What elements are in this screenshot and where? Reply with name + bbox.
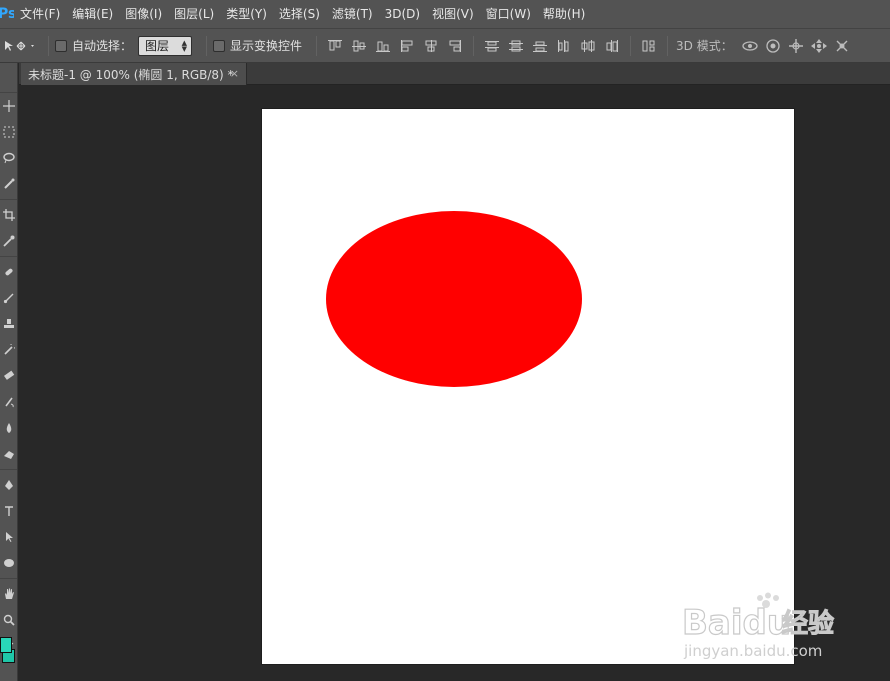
distribute-top-edges-icon[interactable] xyxy=(480,34,504,58)
tool-preset-picker[interactable] xyxy=(0,28,42,63)
align-bottom-edges-icon[interactable] xyxy=(371,34,395,58)
ellipse-tool-icon[interactable] xyxy=(0,550,17,576)
move-tool-icon[interactable] xyxy=(0,93,17,119)
distribute-vertical-centers-icon[interactable] xyxy=(504,34,528,58)
options-divider xyxy=(48,35,49,56)
menu-select[interactable]: 选择(S) xyxy=(273,0,326,28)
tools-panel-grip[interactable] xyxy=(0,63,17,93)
tools-divider xyxy=(0,199,17,200)
type-tool-icon[interactable] xyxy=(0,498,17,524)
menu-file[interactable]: 文件(F) xyxy=(14,0,66,28)
clone-stamp-tool-icon[interactable] xyxy=(0,311,17,337)
zoom-tool-icon[interactable] xyxy=(0,607,17,633)
align-top-edges-icon[interactable] xyxy=(323,34,347,58)
history-brush-tool-icon[interactable] xyxy=(0,337,17,363)
foreground-color-swatch[interactable] xyxy=(0,637,12,653)
tools-divider xyxy=(0,578,17,579)
tools-divider xyxy=(0,469,17,470)
options-bar: 自动选择： 图层 ▲ ▼ 显示变换控件 3D 模式： xyxy=(0,28,890,63)
menu-type[interactable]: 类型(Y) xyxy=(220,0,273,28)
menu-image[interactable]: 图像(I) xyxy=(119,0,168,28)
eyedropper-tool-icon[interactable] xyxy=(0,228,17,254)
auto-select-label: 自动选择： xyxy=(72,39,133,53)
lasso-tool-icon[interactable] xyxy=(0,145,17,171)
menu-bar: Ps 文件(F) 编辑(E) 图像(I) 图层(L) 类型(Y) 选择(S) 滤… xyxy=(0,0,890,28)
eraser-tool-icon[interactable] xyxy=(0,363,17,389)
options-divider xyxy=(630,35,632,56)
gradient-tool-icon[interactable] xyxy=(0,389,17,415)
options-divider xyxy=(316,35,318,56)
crop-tool-icon[interactable] xyxy=(0,202,17,228)
dropdown-caret-icon: ▲ ▼ xyxy=(181,38,188,53)
menu-filter[interactable]: 滤镜(T) xyxy=(326,0,379,28)
distribute-bottom-edges-icon[interactable] xyxy=(528,34,552,58)
quick-selection-tool-icon[interactable] xyxy=(0,171,17,197)
mode-3d-label: 3D 模式： xyxy=(676,39,733,53)
menu-help[interactable]: 帮助(H) xyxy=(537,0,591,28)
ellipse-layer[interactable] xyxy=(326,211,582,387)
auto-align-layers-icon[interactable] xyxy=(637,34,661,58)
align-left-edges-icon[interactable] xyxy=(395,34,419,58)
distribute-left-edges-icon[interactable] xyxy=(552,34,576,58)
photoshop-logo: Ps xyxy=(0,6,14,22)
auto-select-target-dropdown[interactable]: 图层 ▲ ▼ xyxy=(138,35,193,56)
distribute-horizontal-centers-icon[interactable] xyxy=(576,34,600,58)
auto-select-target-value: 图层 xyxy=(145,39,170,53)
menu-layer[interactable]: 图层(L) xyxy=(168,0,220,28)
tools-panel xyxy=(0,63,18,681)
options-divider xyxy=(206,35,208,56)
document-tab-bar: 未标题-1 @ 100% (椭圆 1, RGB/8) * × xyxy=(19,63,890,85)
brush-tool-icon[interactable] xyxy=(0,285,17,311)
show-transform-label: 显示变换控件 xyxy=(230,39,303,53)
rotate-3d-icon[interactable] xyxy=(739,34,762,58)
document-workspace xyxy=(19,86,890,681)
menu-view[interactable]: 视图(V) xyxy=(426,0,480,28)
hand-tool-icon[interactable] xyxy=(0,581,17,607)
drag-3d-icon[interactable] xyxy=(785,34,808,58)
tools-divider xyxy=(0,256,17,257)
align-vertical-centers-icon[interactable] xyxy=(347,34,371,58)
marquee-tool-icon[interactable] xyxy=(0,119,17,145)
slide-3d-icon[interactable] xyxy=(808,34,831,58)
options-divider xyxy=(473,35,475,56)
scale-3d-icon[interactable] xyxy=(831,34,854,58)
healing-brush-tool-icon[interactable] xyxy=(0,259,17,285)
move-tool-icon xyxy=(5,40,34,51)
pen-tool-icon[interactable] xyxy=(0,472,17,498)
menu-edit[interactable]: 编辑(E) xyxy=(66,0,119,28)
align-horizontal-centers-icon[interactable] xyxy=(419,34,443,58)
document-tab-title: 未标题-1 @ 100% (椭圆 1, RGB/8) * xyxy=(28,67,234,82)
dodge-tool-icon[interactable] xyxy=(0,441,17,467)
auto-select-checkbox[interactable] xyxy=(55,39,67,52)
roll-3d-icon[interactable] xyxy=(762,34,785,58)
document-tab[interactable]: 未标题-1 @ 100% (椭圆 1, RGB/8) * × xyxy=(21,63,247,85)
menu-3d[interactable]: 3D(D) xyxy=(379,0,426,28)
close-icon[interactable]: × xyxy=(230,66,239,82)
menu-window[interactable]: 窗口(W) xyxy=(480,0,537,28)
distribute-right-edges-icon[interactable] xyxy=(600,34,624,58)
document-canvas[interactable] xyxy=(262,109,794,664)
path-selection-tool-icon[interactable] xyxy=(0,524,17,550)
align-right-edges-icon[interactable] xyxy=(443,34,467,58)
blur-tool-icon[interactable] xyxy=(0,415,17,441)
options-divider xyxy=(667,35,669,56)
show-transform-checkbox[interactable] xyxy=(213,39,226,52)
